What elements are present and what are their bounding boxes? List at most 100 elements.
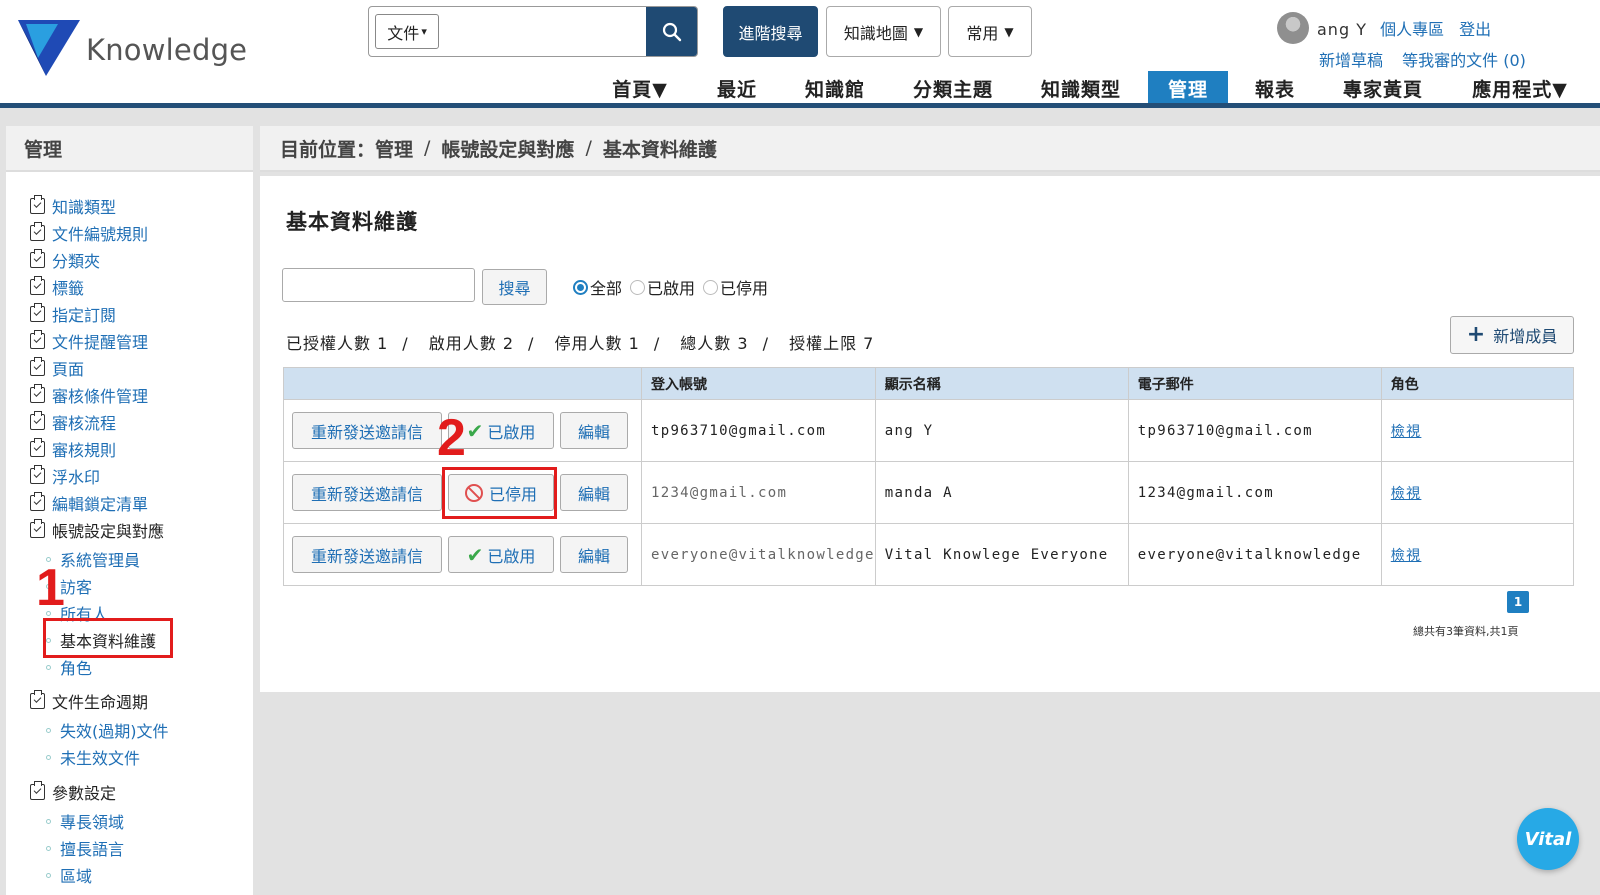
- sidebar-item-tags[interactable]: 標籤: [30, 275, 84, 299]
- logo[interactable]: Knowledge: [18, 20, 247, 76]
- radio-selected-icon: [573, 279, 588, 295]
- sidebar-sub-regions[interactable]: 區域: [46, 863, 92, 887]
- sidebar: 管理 知識類型 文件編號規則 分類夾 標籤 指定訂閱 文件提醒管理 頁面 審核條…: [6, 126, 253, 895]
- cell-role: 檢視: [1380, 399, 1575, 462]
- sidebar-item-knowledge-types[interactable]: 知識類型: [30, 194, 116, 218]
- breadcrumb-separator: /: [424, 137, 431, 159]
- edit-button[interactable]: 編輯: [560, 536, 628, 573]
- keyword-input[interactable]: [282, 268, 475, 302]
- filter-enabled[interactable]: 已啟用: [630, 275, 695, 299]
- logout-link[interactable]: 登出: [1459, 20, 1491, 39]
- pagination-page-1[interactable]: 1: [1507, 591, 1529, 613]
- sidebar-item-doc-numbering[interactable]: 文件編號規則: [30, 221, 148, 245]
- stat-enabled: 啟用人數 2: [428, 334, 515, 353]
- clipboard-check-icon: [30, 411, 45, 430]
- sidebar-group-label: 帳號設定與對應: [52, 522, 165, 541]
- knowledge-map-dropdown[interactable]: 知識地圖 ▼: [826, 6, 941, 57]
- sidebar-sub-label: 擅長語言: [60, 840, 125, 859]
- sidebar-sub-pending-docs[interactable]: 未生效文件: [46, 745, 140, 769]
- highlight-box-step1: [43, 618, 173, 658]
- edit-button[interactable]: 編輯: [560, 474, 628, 511]
- resend-invite-button[interactable]: 重新發送邀請信: [292, 412, 442, 449]
- avatar[interactable]: [1277, 12, 1309, 44]
- search-button[interactable]: [646, 7, 697, 56]
- view-role-link[interactable]: 檢視: [1391, 486, 1422, 502]
- nav-apps[interactable]: 應用程式▼: [1466, 72, 1574, 104]
- sidebar-item-doc-reminders[interactable]: 文件提醒管理: [30, 329, 148, 353]
- vital-assistant-button[interactable]: Vital: [1517, 808, 1579, 870]
- sidebar-item-pages[interactable]: 頁面: [30, 356, 84, 380]
- sidebar-item-edit-lock-list[interactable]: 編輯鎖定清單: [30, 491, 148, 515]
- search-type-select[interactable]: 文件 ▾: [375, 14, 440, 49]
- sidebar-item-review-flow[interactable]: 審核流程: [30, 410, 116, 434]
- sidebar-sub-expertise[interactable]: 專長領域: [46, 809, 124, 833]
- sidebar-group-account[interactable]: 帳號設定與對應: [30, 518, 164, 542]
- sidebar-group-params[interactable]: 參數設定: [30, 780, 116, 804]
- table-row: 重新發送邀請信 ✔ 已啟用 編輯 everyone@vitalknowledge Vi…: [283, 523, 1575, 586]
- nav-home[interactable]: 首頁▼: [608, 72, 672, 104]
- cell-login: 1234@gmail.com: [641, 461, 876, 524]
- search-type-label: 文件: [387, 23, 420, 43]
- cell-login: everyone@vitalknowledge: [641, 523, 876, 586]
- filter-all[interactable]: 全部: [573, 275, 622, 299]
- sidebar-sub-languages[interactable]: 擅長語言: [46, 836, 124, 860]
- clipboard-check-icon: [30, 222, 45, 241]
- sidebar-item-review-rules[interactable]: 審核規則: [30, 437, 116, 461]
- new-draft-link[interactable]: 新增草稿: [1319, 51, 1383, 70]
- edit-button[interactable]: 編輯: [560, 412, 628, 449]
- clipboard-check-icon: [30, 276, 45, 295]
- advanced-search-button[interactable]: 進階搜尋: [723, 6, 818, 57]
- search-icon: [662, 22, 681, 41]
- nav-category-topics[interactable]: 分類主題: [908, 72, 998, 104]
- filter-disabled[interactable]: 已停用: [703, 275, 768, 299]
- breadcrumb: 目前位置：管理 / 帳號設定與對應 / 基本資料維護: [260, 126, 1600, 172]
- cell-display-name: ang Y: [874, 399, 1129, 462]
- nav-reports[interactable]: 報表: [1250, 72, 1300, 104]
- col-login: 登入帳號: [641, 367, 876, 400]
- status-filter: 全部 已啟用 已停用: [573, 275, 776, 299]
- resend-invite-button[interactable]: 重新發送邀請信: [292, 474, 442, 511]
- nav-admin[interactable]: 管理: [1148, 71, 1228, 105]
- pending-review-link[interactable]: 等我審的文件 (0): [1402, 51, 1526, 70]
- sidebar-group-lifecycle[interactable]: 文件生命週期: [30, 689, 148, 713]
- cell-role: 檢視: [1380, 461, 1575, 524]
- personal-area-link[interactable]: 個人專區: [1380, 20, 1444, 39]
- step-number-2: 2: [437, 409, 466, 467]
- sidebar-sub-label: 未生效文件: [60, 749, 141, 768]
- sidebar-item-review-conditions[interactable]: 審核條件管理: [30, 383, 148, 407]
- nav-recent[interactable]: 最近: [712, 72, 762, 104]
- clipboard-check-icon: [30, 781, 45, 800]
- clipboard-check-icon: [30, 330, 45, 349]
- common-label: 常用: [966, 23, 999, 43]
- status-toggle-button[interactable]: ✔ 已啟用: [448, 536, 554, 573]
- add-member-button[interactable]: + 新增成員: [1450, 316, 1574, 354]
- nav-expert-pages[interactable]: 專家黃頁: [1338, 72, 1428, 104]
- sidebar-sub-expired-docs[interactable]: 失效(過期)文件: [46, 718, 169, 742]
- nav-knowledge-types[interactable]: 知識類型: [1036, 72, 1126, 104]
- view-role-link[interactable]: 檢視: [1391, 548, 1422, 564]
- nav-library[interactable]: 知識館: [800, 72, 870, 104]
- radio-icon: [630, 279, 646, 295]
- cell-login: tp963710@gmail.com: [641, 399, 876, 462]
- sidebar-title: 管理: [6, 126, 253, 172]
- col-email: 電子郵件: [1127, 367, 1382, 400]
- step-number-1: 1: [36, 559, 65, 617]
- resend-invite-button[interactable]: 重新發送邀請信: [292, 536, 442, 573]
- sidebar-item-label: 標籤: [52, 279, 85, 298]
- search-input[interactable]: [439, 7, 647, 56]
- sidebar-item-watermark[interactable]: 浮水印: [30, 464, 100, 488]
- clipboard-check-icon: [30, 690, 45, 709]
- sidebar-item-subscriptions[interactable]: 指定訂閱: [30, 302, 116, 326]
- bullet-icon: [46, 845, 51, 851]
- sidebar-sub-roles[interactable]: 角色: [46, 655, 92, 679]
- common-dropdown[interactable]: 常用 ▼: [948, 6, 1032, 57]
- breadcrumb-level3: 基本資料維護: [602, 138, 717, 161]
- view-role-link[interactable]: 檢視: [1391, 424, 1422, 440]
- search-members-button[interactable]: 搜尋: [482, 269, 547, 305]
- triangle-down-icon: ▼: [1004, 24, 1014, 39]
- sidebar-item-folders[interactable]: 分類夾: [30, 248, 100, 272]
- sidebar-item-label: 文件提醒管理: [52, 333, 149, 352]
- filter-all-label: 全部: [590, 279, 623, 298]
- clipboard-check-icon: [30, 492, 45, 511]
- col-role: 角色: [1380, 367, 1575, 400]
